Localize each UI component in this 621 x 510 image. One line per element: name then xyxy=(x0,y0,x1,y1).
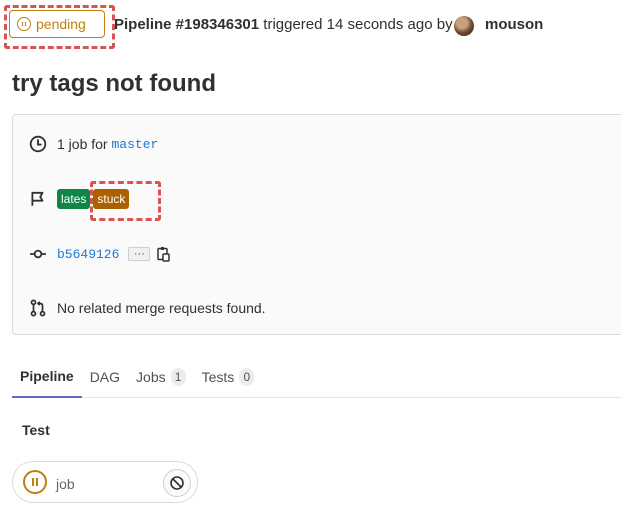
flag-icon xyxy=(31,191,44,206)
pipeline-id: Pipeline #198346301 xyxy=(114,16,260,33)
jobs-count-badge: 1 xyxy=(170,368,186,386)
pause-icon xyxy=(17,17,31,31)
tab-jobs[interactable]: Jobs 1 xyxy=(128,356,194,398)
expand-commit-button[interactable]: ··· xyxy=(128,247,151,261)
tab-dag[interactable]: DAG xyxy=(82,356,128,398)
jobs-prefix: 1 job for xyxy=(57,136,108,152)
clock-icon xyxy=(29,135,47,153)
copy-icon[interactable] xyxy=(157,246,171,262)
pipeline-info-card: 1 job for master lates stuck b5649126 ··… xyxy=(12,114,621,335)
username-link[interactable]: mouson xyxy=(485,16,543,33)
triggered-text: triggered 14 seconds ago by xyxy=(259,16,453,33)
pipeline-summary: Pipeline #198346301 triggered 14 seconds… xyxy=(114,16,453,33)
cancel-job-button[interactable] xyxy=(163,469,191,497)
commit-icon xyxy=(30,249,46,259)
cancel-icon xyxy=(170,476,184,490)
merge-requests-row: No related merge requests found. xyxy=(29,299,266,317)
tag-latest: lates xyxy=(57,189,91,209)
stage-title: Test xyxy=(22,422,50,438)
pipeline-tabs: Pipeline DAG Jobs 1 Tests 0 xyxy=(12,356,621,398)
merge-request-icon xyxy=(30,299,46,317)
pending-status-icon xyxy=(23,470,47,494)
status-badge[interactable]: pending xyxy=(9,10,105,38)
merge-requests-text: No related merge requests found. xyxy=(57,300,266,316)
tab-label: Tests xyxy=(201,369,235,385)
status-label: pending xyxy=(36,16,86,32)
avatar[interactable] xyxy=(454,16,474,36)
tests-count-badge: 0 xyxy=(239,368,255,386)
job-name[interactable]: job xyxy=(56,476,75,492)
tab-label: Jobs xyxy=(136,369,166,385)
branch-link[interactable]: master xyxy=(111,137,158,152)
tab-tests[interactable]: Tests 0 xyxy=(194,356,263,398)
job-item[interactable]: job xyxy=(12,461,198,503)
tab-pipeline[interactable]: Pipeline xyxy=(12,356,82,398)
pipeline-header: pending Pipeline #198346301 triggered 14… xyxy=(0,0,621,52)
page-title: try tags not found xyxy=(12,70,216,97)
jobs-row: 1 job for master xyxy=(29,135,158,153)
commit-row: b5649126 ··· xyxy=(29,245,171,263)
tab-label: Pipeline xyxy=(20,368,74,384)
commit-sha-link[interactable]: b5649126 xyxy=(57,247,119,262)
tab-label: DAG xyxy=(89,369,121,385)
stuck-highlight-box xyxy=(90,181,161,221)
